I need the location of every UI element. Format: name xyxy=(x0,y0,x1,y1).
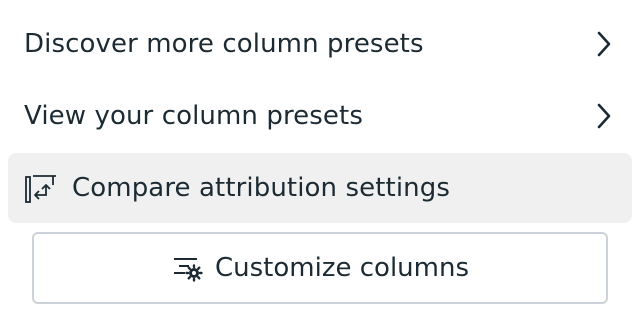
customize-columns-label: Customize columns xyxy=(215,253,469,283)
chevron-right-icon xyxy=(597,103,611,129)
column-presets-menu: Discover more column presets View your c… xyxy=(0,0,640,318)
menu-item-label: Discover more column presets xyxy=(24,29,424,59)
menu-item-compare-attribution[interactable]: Compare attribution settings xyxy=(8,153,632,223)
menu-item-label: View your column presets xyxy=(24,101,363,131)
customize-columns-button[interactable]: Customize columns xyxy=(32,232,608,304)
menu-item-view-presets[interactable]: View your column presets xyxy=(8,81,632,151)
menu-item-discover-presets[interactable]: Discover more column presets xyxy=(8,9,632,79)
customize-columns-icon xyxy=(174,258,203,282)
compare-columns-icon xyxy=(25,175,56,203)
menu-item-label: Compare attribution settings xyxy=(72,173,450,203)
chevron-right-icon xyxy=(597,31,611,57)
